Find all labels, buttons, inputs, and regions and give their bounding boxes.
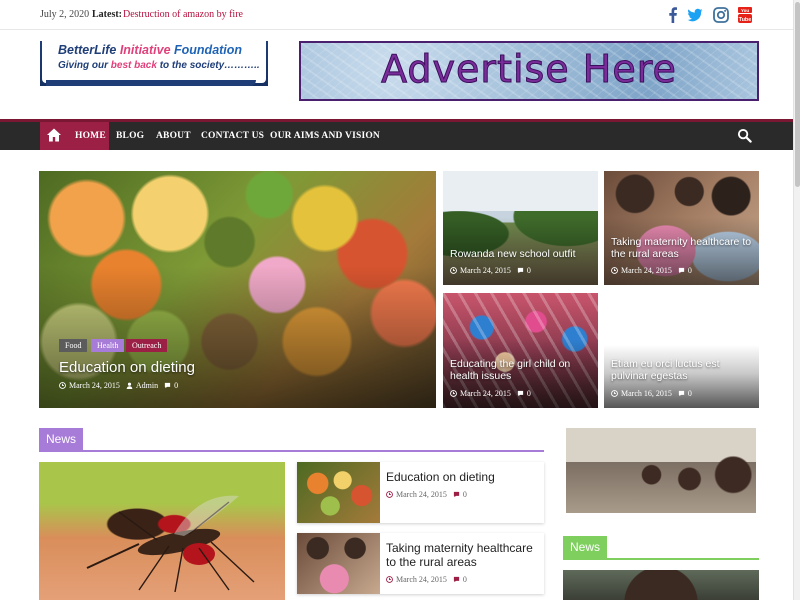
news-item-title[interactable]: Education on dieting: [386, 470, 536, 484]
sidebar-news-image[interactable]: [563, 570, 759, 600]
section-title[interactable]: News: [39, 428, 84, 450]
comment-icon: [678, 390, 685, 397]
featured-post-image[interactable]: Food Health Outreach Education on dietin…: [39, 171, 436, 408]
nav-item-aims-vision[interactable]: OUR AIMS AND VISION: [270, 131, 380, 141]
nav-item-blog[interactable]: BLOG: [116, 131, 144, 141]
grid-post-meta: March 24, 2015 0: [611, 266, 692, 275]
comment-icon: [453, 491, 460, 498]
grid-post-image[interactable]: Etiam eu orci luctus est pulvinar egesta…: [604, 293, 759, 408]
logo-title: BetterLife Initiative Foundation: [58, 43, 243, 57]
search-icon[interactable]: [737, 128, 752, 143]
featured-post-meta: March 24, 2015 Admin 0: [59, 381, 178, 390]
grid-post-meta: March 16, 2015 0: [611, 389, 692, 398]
post-comment-count[interactable]: 0: [174, 381, 178, 390]
latest-label: Latest:: [92, 9, 122, 20]
banner-text: Advertise Here: [381, 47, 677, 92]
clock-icon: [611, 267, 618, 274]
twitter-icon[interactable]: [686, 6, 704, 24]
clock-icon: [386, 576, 393, 583]
logo-swoosh: [46, 80, 256, 86]
sidebar-image[interactable]: [566, 428, 756, 513]
scrollbar-thumb[interactable]: [795, 2, 800, 187]
comment-icon: [517, 267, 524, 274]
clock-icon: [450, 390, 457, 397]
nav-item-about[interactable]: ABOUT: [156, 131, 191, 141]
latest-news-link[interactable]: Destruction of amazon by fire: [123, 9, 243, 20]
nav-item-label: HOME: [75, 131, 106, 141]
news-thumbnail[interactable]: [297, 533, 380, 594]
post-comment-count[interactable]: 0: [688, 389, 692, 398]
youtube-icon[interactable]: You Tube: [736, 6, 754, 24]
news-list-item[interactable]: Education on dieting March 24, 2015 0: [297, 462, 544, 523]
news-list-item[interactable]: Taking maternity healthcare to the rural…: [297, 533, 544, 594]
section-title[interactable]: News: [563, 536, 608, 558]
post-date: March 24, 2015: [396, 490, 447, 499]
facebook-icon[interactable]: [664, 6, 682, 24]
comment-icon: [453, 576, 460, 583]
news-item-meta: March 24, 2015 0: [386, 575, 467, 584]
comment-icon: [678, 267, 685, 274]
post-comment-count[interactable]: 0: [463, 490, 467, 499]
logo-tagline: Giving our best back to the society………..: [58, 60, 260, 71]
news-item-title[interactable]: Taking maternity healthcare to the rural…: [386, 541, 536, 569]
clock-icon: [59, 382, 66, 389]
post-author[interactable]: Admin: [136, 381, 158, 390]
grid-post-image[interactable]: Rowanda new school outfit March 24, 2015…: [443, 171, 598, 285]
tag-food[interactable]: Food: [59, 339, 88, 352]
news-thumbnail[interactable]: [297, 462, 380, 523]
post-date: March 16, 2015: [621, 389, 672, 398]
page-scrollbar[interactable]: [793, 0, 800, 600]
instagram-icon[interactable]: [712, 6, 730, 24]
grid-post-image[interactable]: Taking maternity healthcare to the rural…: [604, 171, 759, 285]
svg-text:Tube: Tube: [739, 17, 752, 23]
nav-item-contact[interactable]: CONTACT US: [201, 131, 264, 141]
mosquito-illustration: [86, 495, 255, 592]
comment-icon: [517, 390, 524, 397]
grid-post-title[interactable]: Educating the girl child on health issue…: [450, 358, 598, 382]
nav-item-home[interactable]: HOME: [40, 122, 109, 150]
grid-post-title[interactable]: Rowanda new school outfit: [450, 248, 595, 260]
post-date: March 24, 2015: [621, 266, 672, 275]
post-date: March 24, 2015: [396, 575, 447, 584]
user-icon: [126, 382, 133, 389]
news-section-header: News: [39, 428, 544, 452]
grid-post-meta: March 24, 2015 0: [450, 266, 531, 275]
post-comment-count[interactable]: 0: [527, 266, 531, 275]
clock-icon: [386, 491, 393, 498]
post-date: March 24, 2015: [69, 381, 120, 390]
grid-post-title[interactable]: Taking maternity healthcare to the rural…: [611, 236, 759, 260]
post-date: March 24, 2015: [460, 389, 511, 398]
clock-icon: [611, 390, 618, 397]
grid-post-image[interactable]: Educating the girl child on health issue…: [443, 293, 598, 408]
advertise-banner[interactable]: Advertise Here: [299, 41, 759, 101]
logo-panel: BetterLife Initiative Foundation Giving …: [42, 41, 266, 83]
current-date: July 2, 2020: [40, 9, 90, 20]
sidebar-news-header: News: [563, 536, 759, 560]
tag-health[interactable]: Health: [91, 339, 125, 352]
featured-post-title[interactable]: Education on dieting: [59, 359, 195, 376]
tag-outreach[interactable]: Outreach: [126, 339, 168, 352]
news-item-meta: March 24, 2015 0: [386, 490, 467, 499]
top-bar: July 2, 2020 Latest: Destruction of amaz…: [0, 0, 800, 30]
grid-post-title[interactable]: Etiam eu orci luctus est pulvinar egesta…: [611, 358, 759, 382]
site-logo[interactable]: BetterLife Initiative Foundation Giving …: [40, 41, 268, 86]
svg-text:You: You: [741, 8, 749, 13]
news-lead-image[interactable]: [39, 462, 285, 600]
post-comment-count[interactable]: 0: [688, 266, 692, 275]
post-date: March 24, 2015: [460, 266, 511, 275]
home-icon: [47, 128, 61, 142]
post-comment-count[interactable]: 0: [463, 575, 467, 584]
post-comment-count[interactable]: 0: [527, 389, 531, 398]
main-nav: HOME BLOG ABOUT CONTACT US OUR AIMS AND …: [0, 119, 800, 150]
clock-icon: [450, 267, 457, 274]
comment-icon: [165, 382, 171, 389]
grid-post-meta: March 24, 2015 0: [450, 389, 531, 398]
